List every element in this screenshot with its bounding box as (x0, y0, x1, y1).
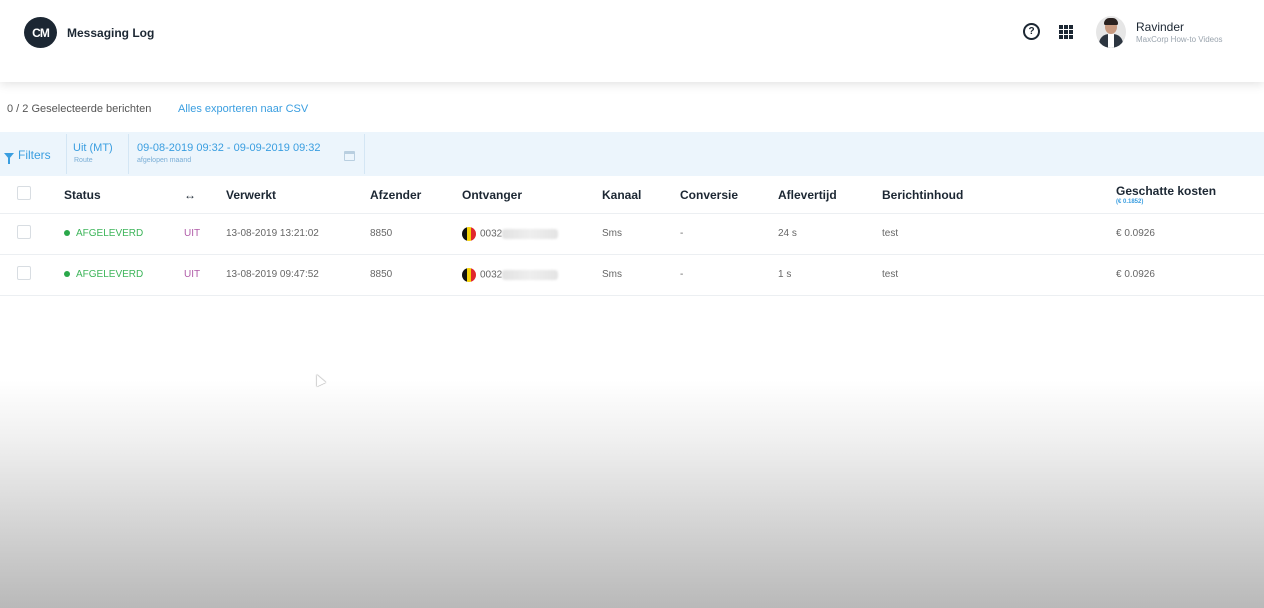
recipient-cell: 0032 (462, 253, 602, 296)
conversion-cell: - (680, 253, 778, 296)
column-recipient[interactable]: Ontvanger (462, 177, 602, 213)
column-direction[interactable]: ↔ (184, 177, 226, 213)
cost-cell: € 0.0926 (1116, 253, 1264, 296)
table-row[interactable]: AFGELEVERD UIT 13-08-2019 13:21:02 8850 … (0, 212, 1264, 254)
sender-cell: 8850 (370, 212, 462, 254)
conversion-cell: - (680, 212, 778, 254)
status-cell: AFGELEVERD (64, 212, 184, 254)
filters-label: Filters (18, 148, 51, 162)
filter-divider (128, 134, 129, 174)
mouse-cursor-icon (312, 372, 326, 387)
channel-cell: Sms (602, 212, 680, 254)
table-header-row: Status ↔ Verwerkt Afzender Ontvanger Kan… (0, 177, 1264, 213)
app-title: Messaging Log (67, 26, 155, 40)
calendar-icon[interactable] (344, 151, 355, 161)
date-filter-label: afgelopen maand (137, 157, 192, 164)
content-cell: test (882, 253, 1116, 296)
select-all-checkbox[interactable] (17, 186, 31, 201)
filters-button[interactable]: Filters (4, 148, 51, 164)
belgium-flag-icon (462, 267, 476, 282)
belgium-flag-icon (462, 226, 476, 241)
row-checkbox[interactable] (17, 266, 31, 280)
top-bar: CM Messaging Log ? Ravinder MaxCorp How-… (0, 0, 1264, 82)
status-badge: AFGELEVERD (76, 269, 144, 280)
apps-grid-icon[interactable] (1059, 25, 1073, 39)
messages-table: Status ↔ Verwerkt Afzender Ontvanger Kan… (0, 177, 1264, 296)
column-sender[interactable]: Afzender (370, 177, 462, 213)
delivery-time-cell: 24 s (778, 212, 882, 254)
recipient-number: 0032 (480, 269, 503, 281)
column-delivery-time[interactable]: Aflevertijd (778, 177, 882, 213)
user-organization: MaxCorp How-to Videos (1136, 35, 1223, 44)
recipient-cell: 0032 (462, 212, 602, 254)
route-filter-value[interactable]: Uit (MT) (73, 142, 113, 154)
processed-cell: 13-08-2019 09:47:52 (226, 253, 370, 296)
column-cost[interactable]: Geschatte kosten (€ 0.1852) (1116, 177, 1264, 213)
channel-cell: Sms (602, 253, 680, 296)
delivery-time-cell: 1 s (778, 253, 882, 296)
status-dot-icon (64, 230, 70, 237)
recipient-number: 0032 (480, 228, 503, 240)
route-filter-label: Route (74, 157, 93, 164)
cost-cell: € 0.0926 (1116, 212, 1264, 254)
column-channel[interactable]: Kanaal (602, 177, 680, 213)
filter-divider (364, 134, 365, 174)
direction-cell: UIT (184, 253, 226, 296)
filter-icon (4, 153, 14, 164)
status-cell: AFGELEVERD (64, 253, 184, 296)
selected-count: 0 / 2 Geselecteerde berichten (7, 103, 152, 115)
sender-cell: 8850 (370, 253, 462, 296)
row-checkbox[interactable] (17, 225, 31, 239)
table-row[interactable]: AFGELEVERD UIT 13-08-2019 09:47:52 8850 … (0, 253, 1264, 296)
avatar[interactable] (1096, 16, 1126, 48)
processed-cell: 13-08-2019 13:21:02 (226, 212, 370, 254)
cost-header-label: Geschatte kosten (1116, 184, 1217, 199)
help-icon[interactable]: ? (1023, 23, 1040, 40)
direction-cell: UIT (184, 212, 226, 254)
column-status[interactable]: Status (64, 177, 184, 213)
redacted-number (502, 269, 559, 280)
content-cell: test (882, 212, 1116, 254)
status-badge: AFGELEVERD (76, 228, 144, 239)
user-name[interactable]: Ravinder (1136, 20, 1184, 34)
column-conversion[interactable]: Conversie (680, 177, 778, 213)
status-dot-icon (64, 271, 70, 278)
filter-divider (66, 134, 67, 174)
filter-bar (0, 132, 1264, 176)
redacted-number (502, 228, 559, 239)
date-filter-value[interactable]: 09-08-2019 09:32 - 09-09-2019 09:32 (137, 142, 320, 154)
cm-logo[interactable]: CM (24, 17, 57, 48)
column-content[interactable]: Berichtinhoud (882, 177, 1116, 213)
cost-total: (€ 0.1852) (1116, 199, 1144, 206)
export-csv-link[interactable]: Alles exporteren naar CSV (178, 103, 308, 115)
column-processed[interactable]: Verwerkt (226, 177, 370, 213)
